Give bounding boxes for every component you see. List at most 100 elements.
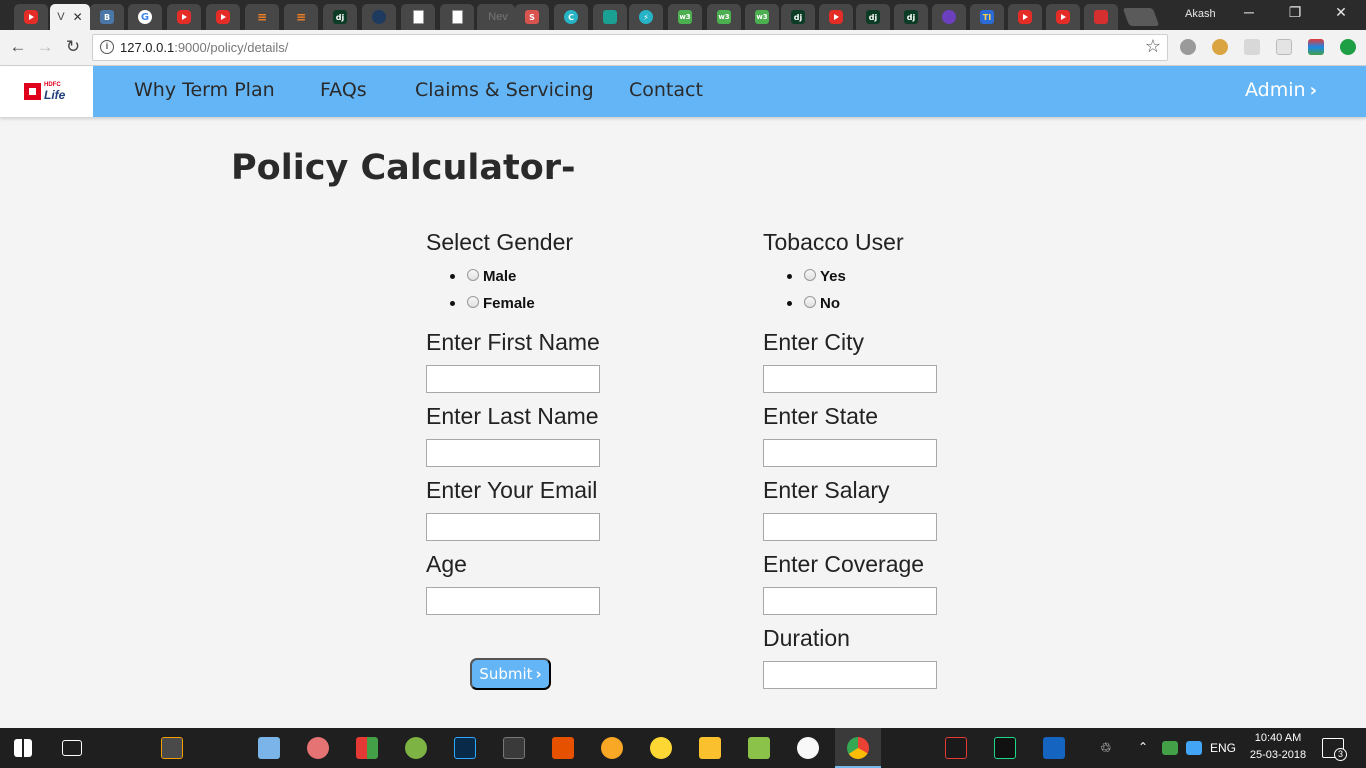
- back-arrow-icon[interactable]: ←: [8, 37, 28, 57]
- no-radio[interactable]: [804, 295, 816, 308]
- browser-tab[interactable]: [593, 4, 627, 30]
- pdf-extension-icon[interactable]: [1244, 39, 1260, 55]
- pycharm-icon[interactable]: [994, 737, 1016, 759]
- nav-link-contact[interactable]: Contact: [629, 79, 703, 101]
- chrome-icon[interactable]: [847, 737, 869, 759]
- browser-tab[interactable]: TI: [970, 4, 1004, 30]
- browser-tab[interactable]: dj: [894, 4, 928, 30]
- windows-start-icon[interactable]: [14, 739, 32, 757]
- clock-time[interactable]: 10:40 AM: [1246, 732, 1310, 744]
- nav-link-claims-servicing[interactable]: Claims & Servicing: [415, 79, 594, 101]
- browser-tab[interactable]: dj: [781, 4, 815, 30]
- browser-tab[interactable]: w3: [745, 4, 779, 30]
- url-text[interactable]: 127.0.0.1:9000/policy/details/: [120, 40, 288, 55]
- browser-tab[interactable]: Nev: [477, 4, 515, 30]
- extension-icon[interactable]: [1180, 39, 1196, 55]
- document-icon: [412, 10, 424, 24]
- tobacco-option-yes[interactable]: Yes: [787, 268, 846, 285]
- profile-name[interactable]: Akash: [1185, 8, 1216, 20]
- new-tab-button[interactable]: [1122, 8, 1160, 26]
- cookie-icon[interactable]: [1212, 39, 1228, 55]
- browser-tab[interactable]: ⚡: [629, 4, 663, 30]
- hdfc-life-logo[interactable]: HDFC Life: [0, 66, 93, 117]
- cube-app-icon[interactable]: [258, 737, 280, 759]
- browser-tab[interactable]: G: [128, 4, 162, 30]
- browser-tab[interactable]: [440, 4, 474, 30]
- file-explorer-icon[interactable]: [699, 737, 721, 759]
- browser-tab[interactable]: [206, 4, 240, 30]
- restore-icon[interactable]: ❐: [1272, 4, 1318, 21]
- browser-tab[interactable]: dj: [323, 4, 357, 30]
- fl-studio-icon[interactable]: [601, 737, 623, 759]
- colorful-extension-icon[interactable]: [1308, 39, 1324, 55]
- info-icon[interactable]: i: [100, 40, 114, 54]
- yes-radio[interactable]: [804, 268, 816, 281]
- coverage-input[interactable]: [763, 587, 937, 615]
- update-icon[interactable]: [1340, 39, 1356, 55]
- state-input[interactable]: [763, 439, 937, 467]
- browser-tab[interactable]: C: [554, 4, 588, 30]
- browser-tab[interactable]: ≡: [284, 4, 318, 30]
- nav-link-why-term-plan[interactable]: Why Term Plan: [134, 79, 275, 101]
- browser-tab[interactable]: [932, 4, 966, 30]
- browser-tab[interactable]: [167, 4, 201, 30]
- browser-tab[interactable]: dj: [856, 4, 890, 30]
- browser-tab[interactable]: B: [90, 4, 124, 30]
- female-radio[interactable]: [467, 295, 479, 308]
- forward-arrow-icon[interactable]: →: [35, 37, 55, 57]
- email-input[interactable]: [426, 513, 600, 541]
- ableton-live-icon[interactable]: [503, 737, 525, 759]
- chevron-up-icon[interactable]: ⌃: [1138, 740, 1148, 754]
- browser-tab[interactable]: [819, 4, 853, 30]
- admin-link[interactable]: Admin ›: [1245, 79, 1317, 101]
- reload-icon[interactable]: ↻: [63, 37, 83, 57]
- male-radio[interactable]: [467, 268, 479, 281]
- browser-tab[interactable]: [1008, 4, 1042, 30]
- page-extension-icon[interactable]: [1276, 39, 1292, 55]
- browser-tab[interactable]: [362, 4, 396, 30]
- android-studio-icon[interactable]: [405, 737, 427, 759]
- bluestacks-icon[interactable]: [748, 737, 770, 759]
- browser-tab-active[interactable]: V ✕: [50, 4, 90, 30]
- sublime-text-icon[interactable]: [161, 737, 183, 759]
- close-window-icon[interactable]: ✕: [1318, 4, 1364, 21]
- browser-tab[interactable]: [1046, 4, 1080, 30]
- gender-option-male[interactable]: Male: [450, 268, 516, 285]
- fire-app-icon[interactable]: [552, 737, 574, 759]
- browser-tab[interactable]: w3: [707, 4, 741, 30]
- browser-tab[interactable]: S: [515, 4, 549, 30]
- clock-date[interactable]: 25-03-2018: [1246, 749, 1310, 761]
- salary-input[interactable]: [763, 513, 937, 541]
- submit-button[interactable]: Submit ›: [470, 658, 551, 690]
- lightbulb-icon[interactable]: [650, 737, 672, 759]
- colored-grid-icon[interactable]: [356, 737, 378, 759]
- network-icon[interactable]: [1186, 741, 1202, 755]
- first-name-input[interactable]: [426, 365, 600, 393]
- duration-input[interactable]: [763, 661, 937, 689]
- address-bar[interactable]: i 127.0.0.1:9000/policy/details/ ☆: [92, 34, 1168, 61]
- powershell-icon[interactable]: [1043, 737, 1065, 759]
- paint-icon[interactable]: [307, 737, 329, 759]
- city-input[interactable]: [763, 365, 937, 393]
- b-favicon-icon: B: [100, 10, 114, 24]
- bookmark-star-icon[interactable]: ☆: [1145, 36, 1161, 57]
- browser-tab[interactable]: ≡: [245, 4, 279, 30]
- task-view-icon[interactable]: [62, 740, 82, 756]
- close-tab-icon[interactable]: ✕: [73, 10, 83, 24]
- age-input[interactable]: [426, 587, 600, 615]
- tobacco-option-no[interactable]: No: [787, 295, 840, 312]
- language-indicator[interactable]: ENG: [1210, 741, 1236, 755]
- minimize-icon[interactable]: ─: [1226, 4, 1272, 20]
- tray-app-icon[interactable]: [1162, 741, 1178, 755]
- photoshop-icon[interactable]: [454, 737, 476, 759]
- acrobat-icon[interactable]: [945, 737, 967, 759]
- people-icon[interactable]: ♲: [1100, 740, 1112, 756]
- last-name-input[interactable]: [426, 439, 600, 467]
- browser-tab[interactable]: [401, 4, 435, 30]
- browser-tab[interactable]: w3: [668, 4, 702, 30]
- nav-link-faqs[interactable]: FAQs: [320, 79, 367, 101]
- browser-tab[interactable]: [14, 4, 48, 30]
- gender-option-female[interactable]: Female: [450, 295, 535, 312]
- itunes-icon[interactable]: [797, 737, 819, 759]
- browser-tab[interactable]: [1084, 4, 1118, 30]
